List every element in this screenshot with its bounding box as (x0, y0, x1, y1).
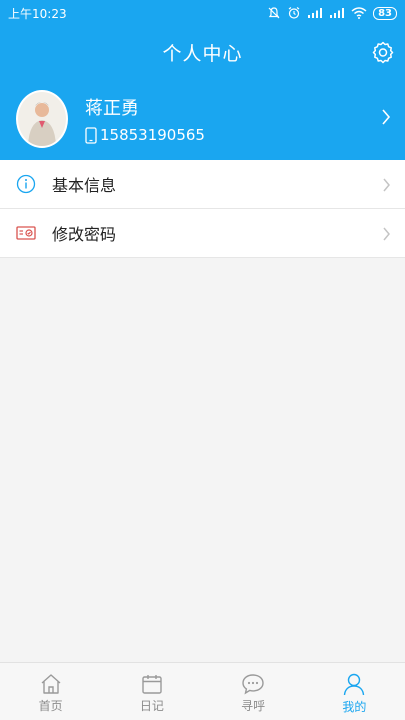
bottom-tab-bar: 首页 日记 寻呼 我的 (0, 662, 405, 720)
tab-diary[interactable]: 日记 (101, 663, 202, 720)
password-card-icon (16, 226, 36, 240)
page-title: 个人中心 (162, 42, 243, 65)
gear-icon[interactable] (371, 40, 395, 64)
tab-pager[interactable]: 寻呼 (203, 663, 304, 720)
top-panel: 上午10:23 83 个人中心 蒋正勇 15853190565 (0, 0, 405, 160)
battery-indicator: 83 (373, 6, 397, 20)
tab-home[interactable]: 首页 (0, 663, 101, 720)
info-icon (16, 174, 36, 194)
profile-phone: 15853190565 (100, 126, 205, 144)
mute-icon (268, 7, 280, 19)
menu-item-label: 修改密码 (52, 225, 117, 244)
chevron-right-icon (382, 109, 391, 125)
profile-name: 蒋正勇 (85, 98, 139, 119)
chevron-right-icon (383, 178, 390, 192)
header: 个人中心 (0, 26, 405, 78)
tab-label: 寻呼 (241, 699, 266, 713)
profile-card[interactable]: 蒋正勇 15853190565 (0, 78, 405, 160)
phone-icon (85, 126, 97, 144)
status-icons: 83 (267, 6, 397, 20)
wifi-icon (351, 7, 367, 19)
menu-list: 基本信息 修改密码 (0, 160, 405, 258)
tab-label: 我的 (342, 700, 367, 714)
profile-info: 蒋正勇 15853190565 (85, 94, 205, 144)
tab-label: 日记 (139, 699, 164, 713)
menu-item-basic-info[interactable]: 基本信息 (0, 160, 405, 209)
tab-label: 首页 (38, 699, 63, 713)
menu-item-change-password[interactable]: 修改密码 (0, 209, 405, 258)
calendar-icon (142, 675, 162, 694)
person-icon (344, 673, 365, 696)
signal-icon-2 (330, 8, 345, 18)
status-time: 上午10:23 (8, 6, 67, 21)
signal-icon (308, 8, 323, 18)
menu-item-label: 基本信息 (52, 176, 117, 195)
tab-mine[interactable]: 我的 (304, 663, 405, 720)
alarm-icon (288, 7, 300, 19)
home-icon (41, 674, 61, 694)
chat-icon (242, 674, 264, 695)
chevron-right-icon (383, 227, 390, 241)
status-bar: 上午10:23 83 (0, 0, 405, 26)
avatar (16, 90, 68, 148)
profile-phone-row: 15853190565 (85, 126, 205, 144)
